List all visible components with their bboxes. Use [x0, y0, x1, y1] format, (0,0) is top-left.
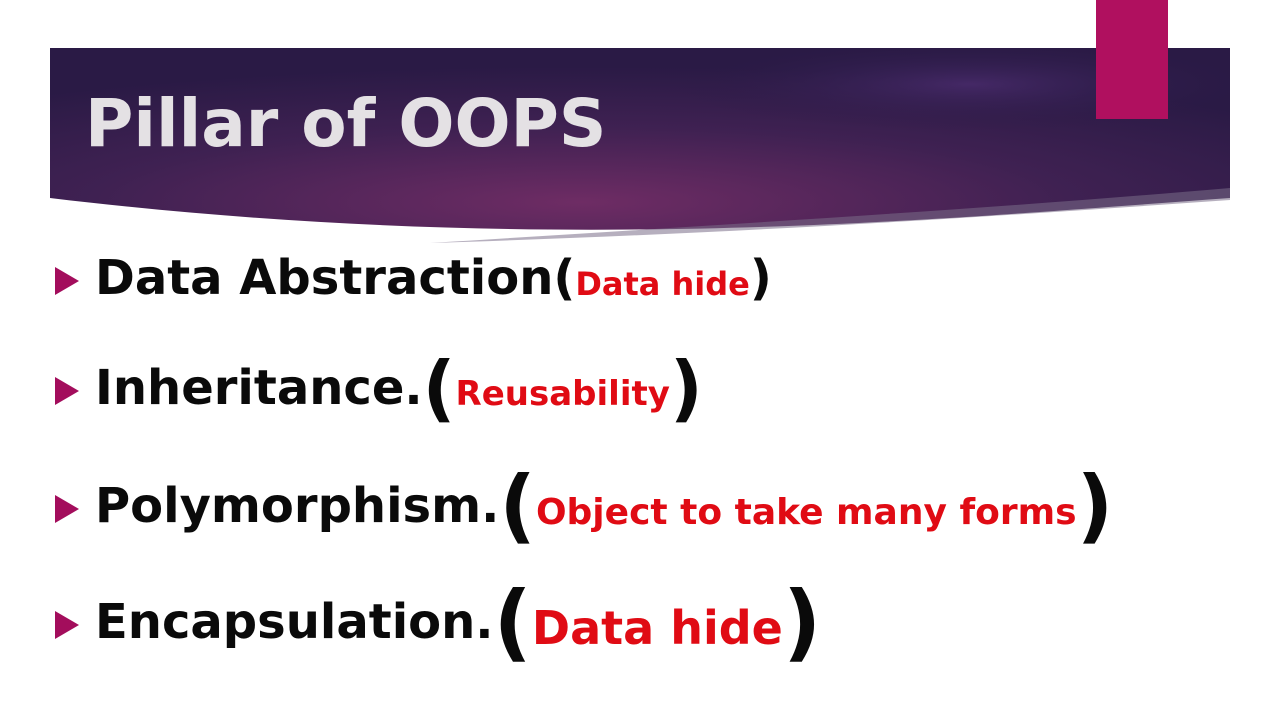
bullet-arrow-icon: [55, 495, 79, 523]
bullet-note: Data hide: [531, 601, 783, 655]
bullet-arrow-icon: [55, 611, 79, 639]
bullet-note: Object to take many forms: [535, 491, 1077, 533]
bullet-item-inheritance: Inheritance. ( Reusability ): [55, 352, 703, 424]
bullet-note: Data hide: [575, 265, 750, 303]
bullet-term: Polymorphism.: [95, 478, 500, 534]
close-paren: ): [669, 346, 703, 430]
bullet-note: Reusability: [455, 374, 670, 414]
bullet-arrow-icon: [55, 377, 79, 405]
bullet-item-encapsulation: Encapsulation. ( Data hide ): [55, 580, 821, 664]
bullet-arrow-icon: [55, 267, 79, 295]
bullet-term: Data Abstraction: [95, 250, 554, 306]
accent-rectangle: [1096, 0, 1168, 119]
slide-title: Pillar of OOPS: [85, 84, 607, 162]
close-paren: ): [782, 573, 822, 671]
open-paren: (: [553, 250, 576, 306]
close-paren: ): [1076, 459, 1114, 552]
bullet-item-data-abstraction: Data Abstraction ( Data hide ): [55, 250, 772, 306]
open-paren: (: [493, 573, 532, 671]
bullet-term: Inheritance.: [95, 360, 423, 416]
open-paren: (: [422, 346, 456, 430]
bullet-term: Encapsulation.: [95, 594, 494, 650]
close-paren: ): [749, 250, 772, 306]
bullet-item-polymorphism: Polymorphism. ( Object to take many form…: [55, 466, 1113, 546]
open-paren: (: [499, 459, 536, 552]
